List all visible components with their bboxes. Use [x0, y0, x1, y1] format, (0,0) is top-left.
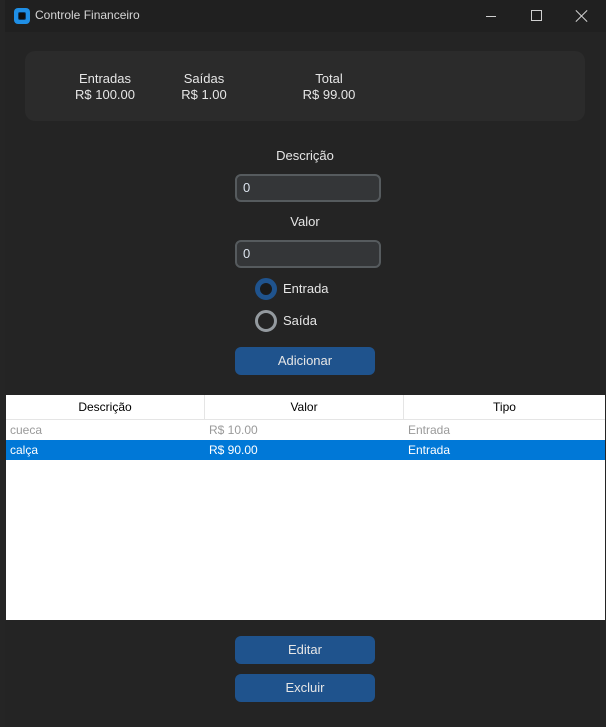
cell-tipo: Entrada: [408, 423, 451, 437]
summary-saidas: Saídas R$ 1.00: [168, 71, 240, 103]
cell-valor: R$ 90.00: [209, 443, 258, 457]
maximize-button[interactable]: [513, 0, 559, 32]
maximize-icon: [531, 10, 542, 21]
summary-entradas: Entradas R$ 100.00: [53, 71, 157, 103]
edit-button[interactable]: Editar: [235, 636, 375, 664]
radio-saida[interactable]: Saída: [255, 310, 375, 332]
total-label: Total: [315, 71, 343, 86]
cell-descricao: cueca: [10, 423, 43, 437]
total-value: R$ 99.00: [302, 87, 356, 102]
cell-descricao: calça: [10, 443, 39, 457]
close-icon: [575, 9, 589, 23]
column-header-tipo[interactable]: Tipo: [404, 395, 605, 419]
table-row-selected[interactable]: calça R$ 90.00 Entrada: [6, 440, 605, 460]
summary-total: Total R$ 99.00: [293, 71, 365, 103]
saidas-value: R$ 1.00: [181, 87, 227, 102]
app-window: Controle Financeiro Entradas R$ 100.00 S…: [5, 0, 606, 727]
minimize-icon: [486, 16, 496, 17]
radio-entrada[interactable]: Entrada: [255, 278, 375, 300]
valor-input[interactable]: 0: [235, 240, 381, 268]
valor-label: Valor: [290, 214, 320, 229]
add-button[interactable]: Adicionar: [235, 347, 375, 375]
window-title: Controle Financeiro: [35, 8, 140, 22]
delete-button[interactable]: Excluir: [235, 674, 375, 702]
table-header: Descrição Valor Tipo: [6, 395, 605, 420]
title-bar[interactable]: Controle Financeiro: [5, 0, 606, 32]
column-header-valor[interactable]: Valor: [205, 395, 404, 419]
app-icon: [14, 8, 30, 24]
cell-valor: R$ 10.00: [209, 423, 258, 437]
radio-checked-icon: [255, 278, 277, 300]
entradas-label: Entradas: [78, 71, 132, 86]
radio-saida-label: Saída: [283, 313, 317, 328]
summary-panel: Entradas R$ 100.00 Saídas R$ 1.00 Total …: [25, 51, 585, 121]
table-row[interactable]: cueca R$ 10.00 Entrada: [6, 420, 605, 440]
radio-unchecked-icon: [255, 310, 277, 332]
entradas-value: R$ 100.00: [75, 87, 135, 102]
radio-entrada-label: Entrada: [283, 281, 329, 296]
saidas-label: Saídas: [183, 71, 225, 86]
minimize-button[interactable]: [468, 0, 514, 32]
descricao-input[interactable]: 0: [235, 174, 381, 202]
close-button[interactable]: [559, 0, 605, 32]
cell-tipo: Entrada: [408, 443, 451, 457]
descricao-label: Descrição: [276, 148, 334, 163]
transactions-table[interactable]: Descrição Valor Tipo cueca R$ 10.00 Entr…: [6, 395, 605, 620]
column-header-descricao[interactable]: Descrição: [6, 395, 205, 419]
